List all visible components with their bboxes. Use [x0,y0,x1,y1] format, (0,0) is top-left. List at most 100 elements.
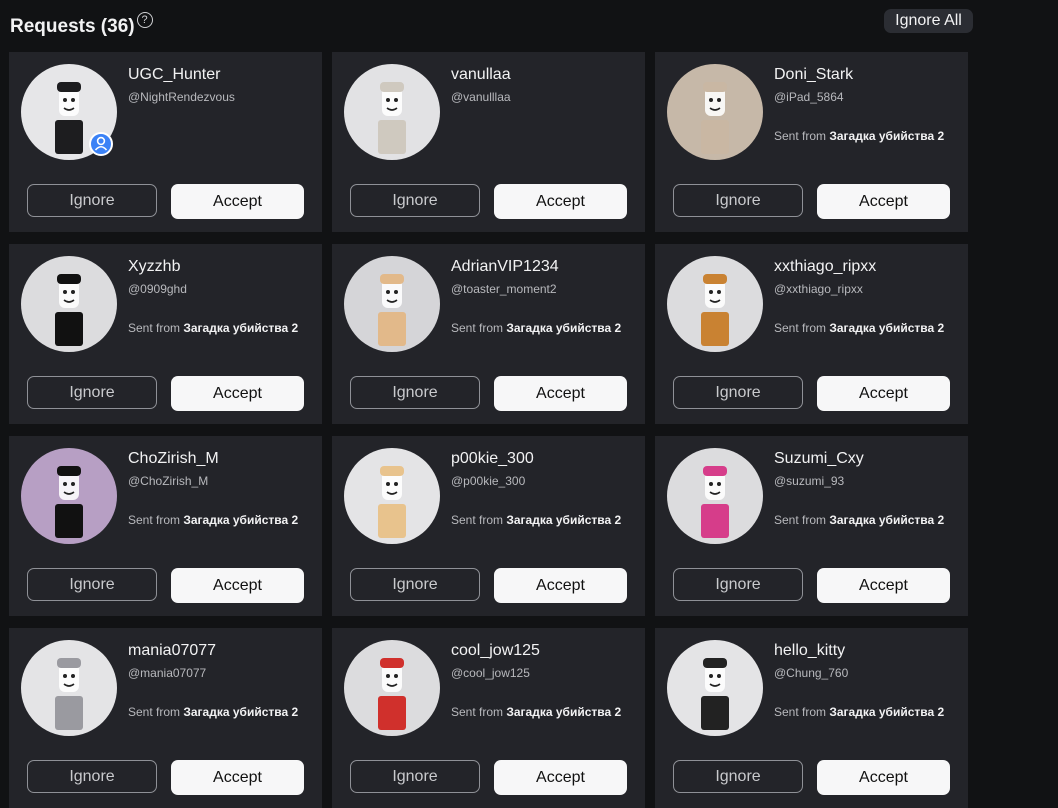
request-card: Suzumi_Cxy @suzumi_93 Sent from Загадка уб… [655,436,968,616]
sent-from-label: Sent from [451,705,507,719]
avatar[interactable] [344,448,440,544]
sent-from-game: Загадка убийства 2 [183,705,299,719]
accept-button[interactable]: Accept [817,568,950,603]
sent-from-label: Sent from [774,513,830,527]
display-name[interactable]: Xyzzhb [128,258,180,276]
display-name[interactable]: p00kie_300 [451,450,534,468]
username-handle: @toaster_moment2 [451,282,557,296]
sent-from-text: Sent from Загадка убийства 2 [451,513,621,527]
help-icon[interactable]: ? [136,12,153,28]
ignore-button[interactable]: Ignore [27,376,157,409]
blond-man-avatar-icon [378,274,406,346]
avatar[interactable] [667,640,763,736]
request-card: xxthiago_ripxx @xxthiago_ripxx Sent from З… [655,244,968,424]
avatar[interactable] [21,448,117,544]
ignore-all-button[interactable]: Ignore All [884,9,973,33]
sent-from-game: Загадка убийства 2 [183,321,299,335]
display-name[interactable]: vanullaa [451,66,511,84]
sent-from-label: Sent from [128,321,184,335]
orange-hair-avatar-icon [701,274,729,346]
ignore-button[interactable]: Ignore [350,760,480,793]
sent-from-game: Загадка убийства 2 [506,513,622,527]
page-title: Requests (36) [10,16,135,37]
ignore-button[interactable]: Ignore [27,568,157,601]
avatar[interactable] [21,256,117,352]
accept-button[interactable]: Accept [494,568,627,603]
display-name[interactable]: mania07077 [128,642,216,660]
display-name[interactable]: UGC_Hunter [128,66,220,84]
avatar[interactable] [344,64,440,160]
accept-button[interactable]: Accept [494,376,627,411]
request-card: cool_jow125 @cool_jow125 Sent from Загадка… [332,628,645,808]
ignore-button[interactable]: Ignore [27,760,157,793]
request-card: ChoZirish_M @ChoZirish_M Sent from Загадка… [9,436,322,616]
display-name[interactable]: hello_kitty [774,642,845,660]
ignore-button[interactable]: Ignore [673,376,803,409]
request-grid: UGC_Hunter @NightRendezvous Ignore Accept va… [9,52,968,808]
request-card: p00kie_300 @p00kie_300 Sent from Загадка у… [332,436,645,616]
display-name[interactable]: Suzumi_Cxy [774,450,864,468]
accept-button[interactable]: Accept [817,760,950,795]
ignore-button[interactable]: Ignore [673,184,803,217]
accept-button[interactable]: Accept [494,760,627,795]
sent-from-label: Sent from [774,129,830,143]
username-handle: @suzumi_93 [774,474,845,488]
request-card: mania07077 @mania07077 Sent from Загадка у… [9,628,322,808]
username-handle: @vanulllaa [451,90,511,104]
sent-from-text: Sent from Загадка убийства 2 [774,129,944,143]
sent-from-text: Sent from Загадка убийства 2 [774,705,944,719]
ignore-button[interactable]: Ignore [350,568,480,601]
accept-button[interactable]: Accept [171,184,304,219]
avatar[interactable] [667,448,763,544]
username-handle: @ChoZirish_M [128,474,209,488]
username-handle: @cool_jow125 [451,666,530,680]
deer-mask-avatar-icon [378,82,406,154]
display-name[interactable]: cool_jow125 [451,642,540,660]
avatar[interactable] [21,640,117,736]
ignore-button[interactable]: Ignore [350,184,480,217]
accept-button[interactable]: Accept [171,760,304,795]
sent-from-game: Загадка убийства 2 [506,705,622,719]
accept-button[interactable]: Accept [817,376,950,411]
avatar[interactable] [667,64,763,160]
sent-from-text: Sent from Загадка убийства 2 [451,705,621,719]
sent-from-label: Sent from [451,513,507,527]
headphones-avatar-icon [701,658,729,730]
sent-from-text: Sent from Загадка убийства 2 [774,321,944,335]
accept-button[interactable]: Accept [817,184,950,219]
avatar[interactable] [344,640,440,736]
request-card: Doni_Stark @iPad_5864 Sent from Загадка уб… [655,52,968,232]
sent-from-text: Sent from Загадка убийства 2 [128,321,298,335]
page-header: Requests (36) ? [10,12,153,42]
ignore-button[interactable]: Ignore [673,568,803,601]
username-handle: @iPad_5864 [774,90,844,104]
pink-hair-avatar-icon [701,466,729,538]
accept-button[interactable]: Accept [494,184,627,219]
classic-face-avatar-icon [701,82,729,154]
username-handle: @mania07077 [128,666,207,680]
sent-from-game: Загадка убийства 2 [829,129,945,143]
request-card: Xyzzhb @0909ghd Sent from Загадка убийства… [9,244,322,424]
username-handle: @xxthiago_ripxx [774,282,863,296]
sent-from-game: Загадка убийства 2 [829,321,945,335]
ignore-button[interactable]: Ignore [350,376,480,409]
sent-from-game: Загадка убийства 2 [829,513,945,527]
display-name[interactable]: AdrianVIP1234 [451,258,559,276]
display-name[interactable]: xxthiago_ripxx [774,258,876,276]
avatar[interactable] [667,256,763,352]
avatar[interactable] [344,256,440,352]
ignore-button[interactable]: Ignore [673,760,803,793]
ignore-button[interactable]: Ignore [27,184,157,217]
small-girl-avatar-icon [378,466,406,538]
username-handle: @NightRendezvous [128,90,235,104]
sent-from-label: Sent from [774,705,830,719]
accept-button[interactable]: Accept [171,568,304,603]
username-handle: @0909ghd [128,282,187,296]
sent-from-text: Sent from Загадка убийства 2 [774,513,944,527]
red-cap-avatar-icon [378,658,406,730]
username-handle: @Chung_760 [774,666,849,680]
display-name[interactable]: ChoZirish_M [128,450,219,468]
sent-from-label: Sent from [451,321,507,335]
display-name[interactable]: Doni_Stark [774,66,853,84]
accept-button[interactable]: Accept [171,376,304,411]
